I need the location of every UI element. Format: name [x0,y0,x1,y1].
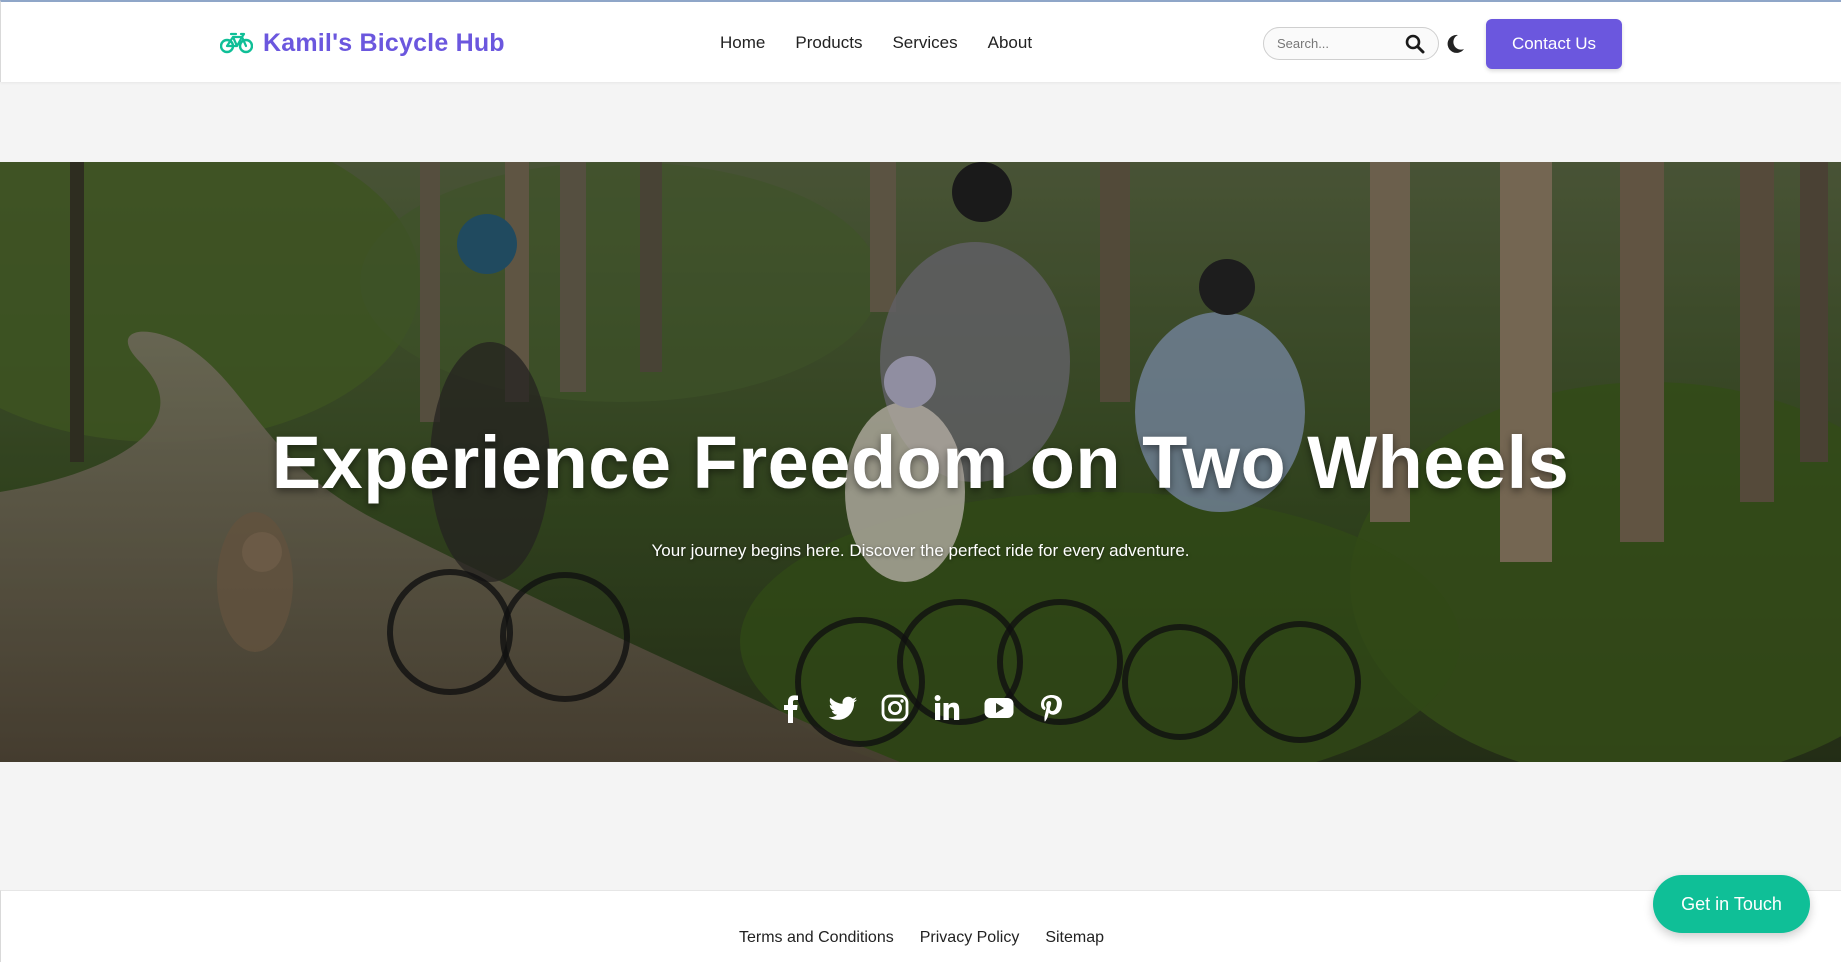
nav-about[interactable]: About [988,33,1032,53]
facebook-icon[interactable] [776,693,806,723]
hero-section: Experience Freedom on Two Wheels Your jo… [0,162,1841,762]
footer-link-terms[interactable]: Terms and Conditions [739,929,894,947]
social-links [776,691,1066,725]
search-icon[interactable] [1405,34,1425,54]
nav-products[interactable]: Products [795,33,862,53]
twitter-icon[interactable] [828,693,858,723]
footer-link-sitemap[interactable]: Sitemap [1045,929,1104,947]
youtube-icon[interactable] [984,693,1014,723]
hero-subtitle: Your journey begins here. Discover the p… [651,541,1190,560]
nav-home[interactable]: Home [720,33,765,53]
main-nav: Home Products Services About [720,31,1032,55]
brand-logo[interactable]: Kamil's Bicycle Hub [220,26,505,60]
nav-services[interactable]: Services [892,33,957,53]
get-in-touch-button[interactable]: Get in Touch [1653,875,1810,933]
hero-title: Experience Freedom on Two Wheels [271,421,1570,504]
search-input[interactable] [1277,36,1397,51]
site-header: Kamil's Bicycle Hub Home Products Servic… [0,0,1841,82]
bicycle-icon [220,32,253,54]
search-box [1263,27,1439,60]
contact-us-button[interactable]: Contact Us [1486,19,1622,69]
footer-link-privacy[interactable]: Privacy Policy [920,929,1020,947]
page: Kamil's Bicycle Hub Home Products Servic… [0,0,1841,962]
moon-icon[interactable] [1444,33,1466,55]
footer-links: Terms and Conditions Privacy Policy Site… [1,929,1841,947]
site-footer: Terms and Conditions Privacy Policy Site… [0,890,1841,962]
brand-name: Kamil's Bicycle Hub [263,28,505,57]
pinterest-icon[interactable] [1036,693,1066,723]
linkedin-icon[interactable] [932,693,962,723]
instagram-icon[interactable] [880,693,910,723]
